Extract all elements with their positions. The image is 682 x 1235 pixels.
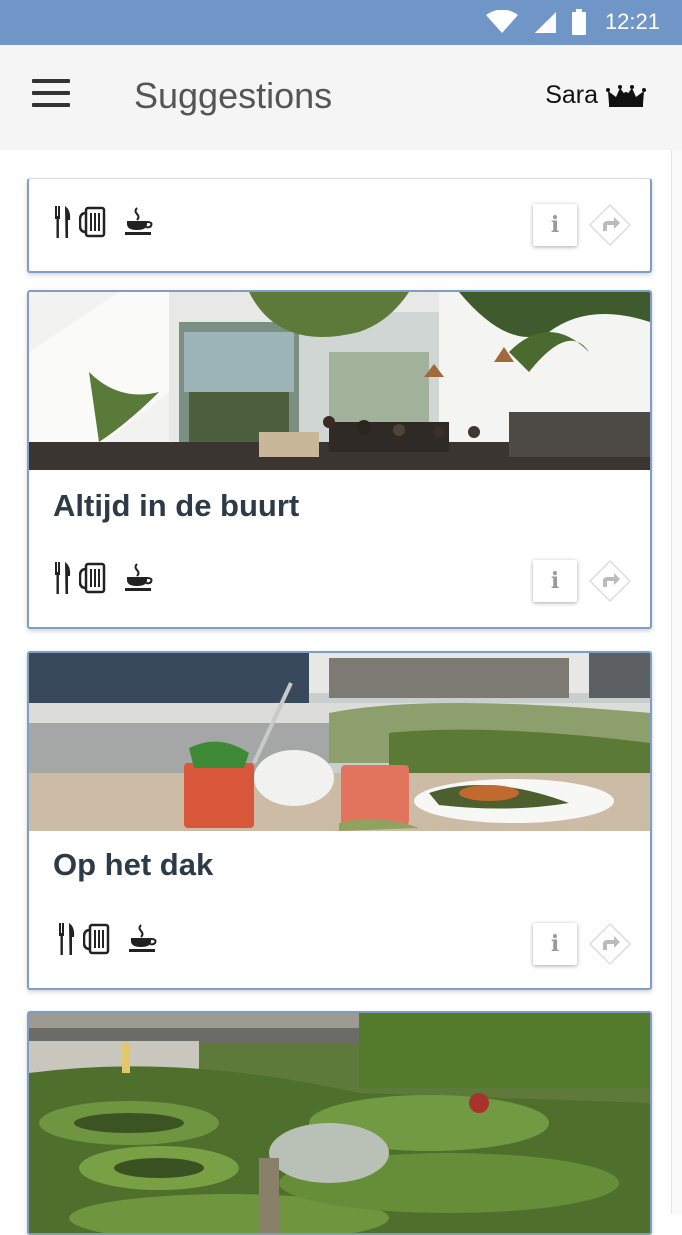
cutlery-icon (55, 562, 71, 594)
user-profile-button[interactable]: Sara (545, 81, 646, 110)
status-bar: 12:21 (0, 0, 682, 45)
info-button[interactable]: i (533, 560, 577, 602)
venue-photo (29, 292, 650, 470)
category-icons (53, 206, 155, 238)
beer-mug-icon (79, 206, 106, 238)
directions-arrow-icon[interactable] (588, 922, 632, 966)
battery-icon (571, 9, 586, 35)
directions-arrow-icon[interactable] (588, 559, 632, 603)
category-icons (53, 562, 155, 594)
cutlery-icon (59, 923, 75, 955)
card-title: Altijd in de buurt (53, 488, 300, 523)
cellular-signal-icon (534, 12, 556, 33)
beer-mug-icon (83, 923, 110, 955)
venue-photo (29, 653, 650, 831)
crown-icon (606, 84, 646, 107)
hamburger-menu-icon[interactable] (32, 79, 70, 111)
coffee-cup-icon (125, 207, 153, 235)
scrollbar-track[interactable] (671, 150, 682, 1214)
wifi-icon (485, 10, 518, 33)
beer-mug-icon (79, 562, 106, 594)
suggestion-card[interactable]: Altijd in de buurt i (27, 290, 652, 629)
suggestion-card[interactable]: i (27, 178, 652, 273)
coffee-cup-icon (129, 924, 157, 952)
user-name: Sara (545, 81, 598, 109)
coffee-cup-icon (125, 563, 153, 591)
app-bar: Suggestions Sara (0, 45, 682, 150)
page-title: Suggestions (134, 75, 333, 116)
cutlery-icon (55, 206, 71, 238)
category-icons (57, 923, 159, 955)
directions-arrow-icon[interactable] (588, 203, 632, 247)
card-title: Op het dak (53, 847, 214, 882)
clock: 12:21 (604, 9, 660, 34)
status-icons: 12:21 (485, 8, 660, 36)
info-button[interactable]: i (533, 204, 577, 246)
suggestion-card[interactable] (27, 1011, 652, 1235)
suggestion-card[interactable]: Op het dak i (27, 651, 652, 990)
info-button[interactable]: i (533, 923, 577, 965)
venue-photo (29, 1013, 650, 1233)
